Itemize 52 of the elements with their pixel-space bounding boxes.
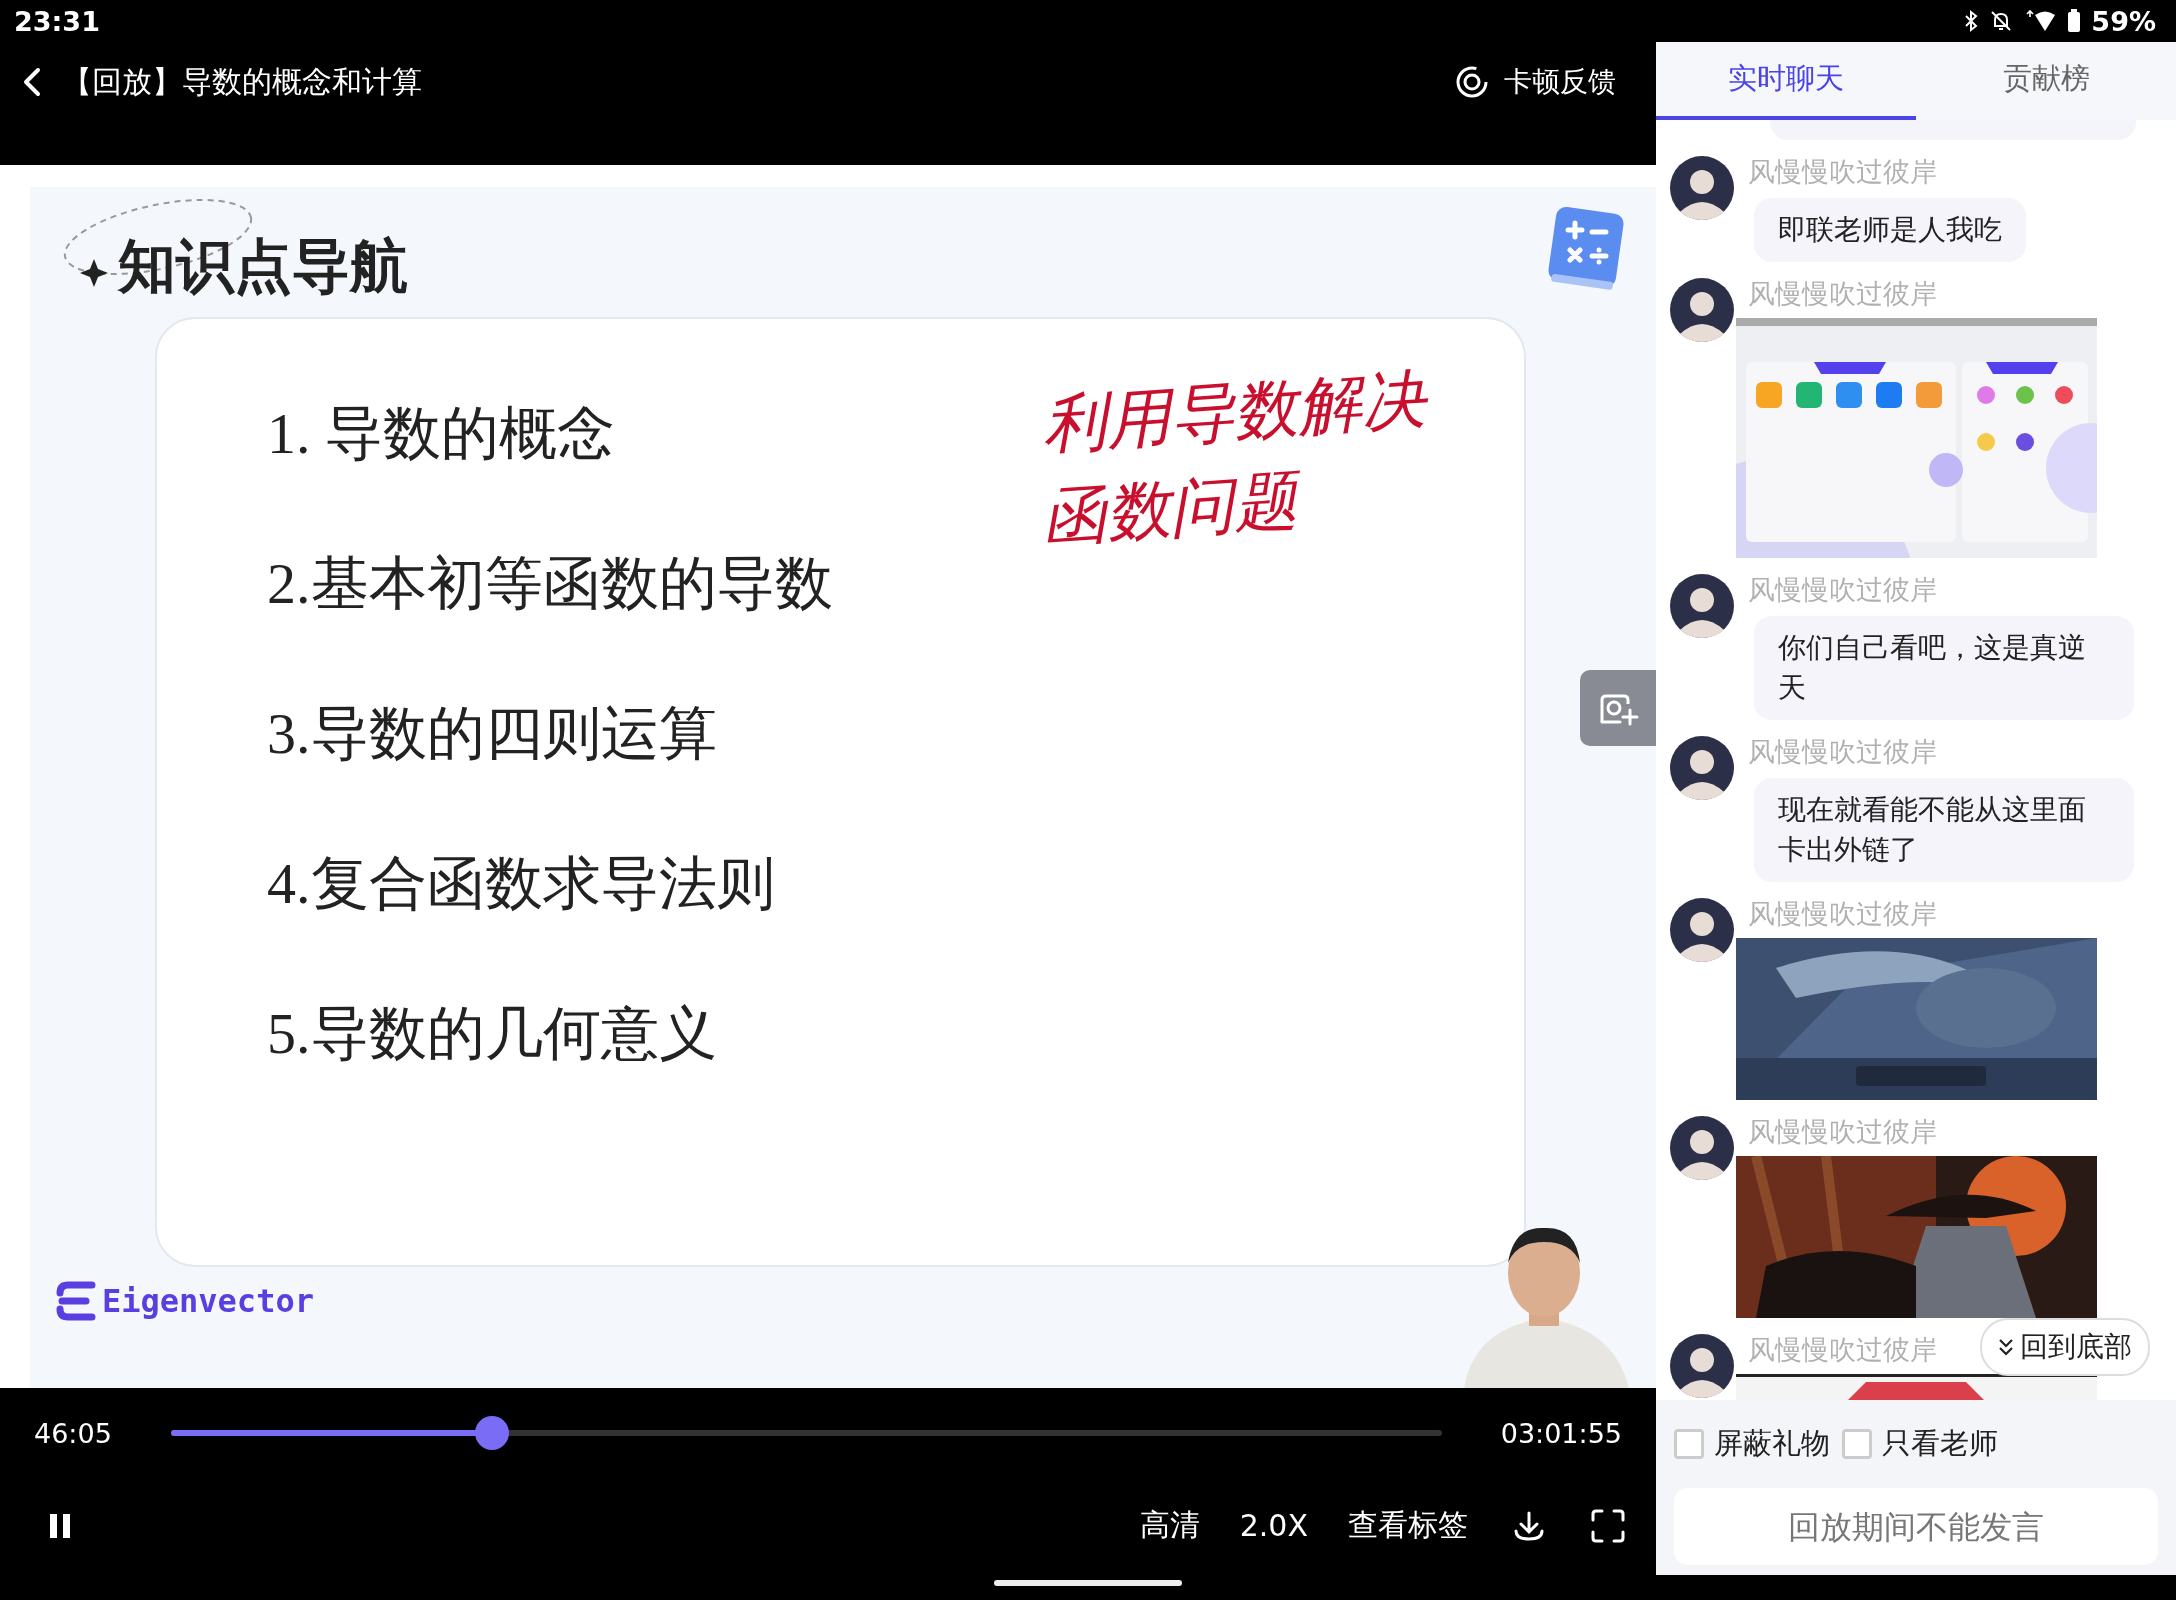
user-name: 风慢慢吹过彼岸 xyxy=(1748,573,1937,607)
refresh-ring-icon xyxy=(1454,64,1490,100)
user-name: 风慢慢吹过彼岸 xyxy=(1748,735,1937,769)
avatar-icon xyxy=(1670,278,1734,342)
topic-item: 4.复合函数求导法则 xyxy=(267,850,775,918)
handwritten-note: 利用导数解决 xyxy=(1039,360,1429,465)
topic-item: 3.导数的四则运算 xyxy=(267,700,717,768)
elapsed-time: 46:05 xyxy=(34,1417,112,1449)
topic-item: 2.基本初等函数的导数 xyxy=(267,550,833,618)
brand-logo-icon xyxy=(56,1279,96,1323)
avatar-icon xyxy=(1670,898,1734,962)
topic-item: 5.导数的几何意义 xyxy=(267,1000,717,1068)
chat-bubble: 你们自己看吧，这是真逆天 xyxy=(1754,616,2134,720)
user-name: 风慢慢吹过彼岸 xyxy=(1748,897,1937,931)
battery-icon xyxy=(2067,9,2082,33)
user-name: 风慢慢吹过彼岸 xyxy=(1748,277,1937,311)
user-name: 风慢慢吹过彼岸 xyxy=(1748,1115,1937,1149)
slide-heading: 知识点导航 xyxy=(118,231,408,302)
camera-add-button[interactable] xyxy=(1580,670,1656,746)
user-name: 风慢慢吹过彼岸 xyxy=(1748,155,1937,189)
player-option-button[interactable]: 查看标签 xyxy=(1348,1505,1468,1546)
status-time: 23:31 xyxy=(14,5,100,37)
feedback-button[interactable]: 卡顿反馈 xyxy=(1454,63,1616,101)
checkbox[interactable] xyxy=(1842,1429,1872,1459)
chat-bubble: 即联老师是人我吃 xyxy=(1754,198,2026,262)
jump-to-bottom-button[interactable]: 回到底部 xyxy=(1980,1318,2150,1376)
battery-level: 59% xyxy=(2091,5,2156,37)
handwritten-note: 函数问题 xyxy=(1039,462,1301,557)
user-name: 风慢慢吹过彼岸 xyxy=(1748,1333,1937,1367)
player-option-button[interactable]: 2.0X xyxy=(1239,1508,1308,1543)
pause-icon[interactable] xyxy=(48,1512,72,1539)
topic-item: 1. 导数的概念 xyxy=(267,400,615,468)
progress-thumb[interactable] xyxy=(475,1416,510,1450)
avatar-icon xyxy=(1670,156,1734,220)
fullscreen-icon[interactable] xyxy=(1590,1507,1626,1544)
avatar-icon xyxy=(1670,574,1734,638)
duration-time: 03:01:55 xyxy=(1500,1417,1622,1449)
player-option-button[interactable]: 高清 xyxy=(1139,1505,1200,1546)
chat-tab[interactable]: 贡献榜 xyxy=(1916,42,2176,120)
avatar-icon xyxy=(1670,1116,1734,1180)
checkbox[interactable] xyxy=(1674,1429,1704,1459)
filter-label: 只看老师 xyxy=(1882,1425,1998,1462)
back-icon[interactable] xyxy=(22,67,42,97)
chat-bubble: 现在就看能不能从这里面卡出外链了 xyxy=(1754,778,2134,882)
brand-name: Eigenvector xyxy=(102,1282,314,1320)
video-title: 【回放】导数的概念和计算 xyxy=(62,62,422,101)
avatar-icon xyxy=(1670,1334,1734,1398)
double-chevron-down-icon xyxy=(1998,1337,2014,1357)
filter-label: 屏蔽礼物 xyxy=(1714,1425,1830,1462)
progress-slider[interactable] xyxy=(170,1416,1442,1450)
avatar-icon xyxy=(1670,736,1734,800)
bluetooth-icon xyxy=(1963,9,1980,33)
